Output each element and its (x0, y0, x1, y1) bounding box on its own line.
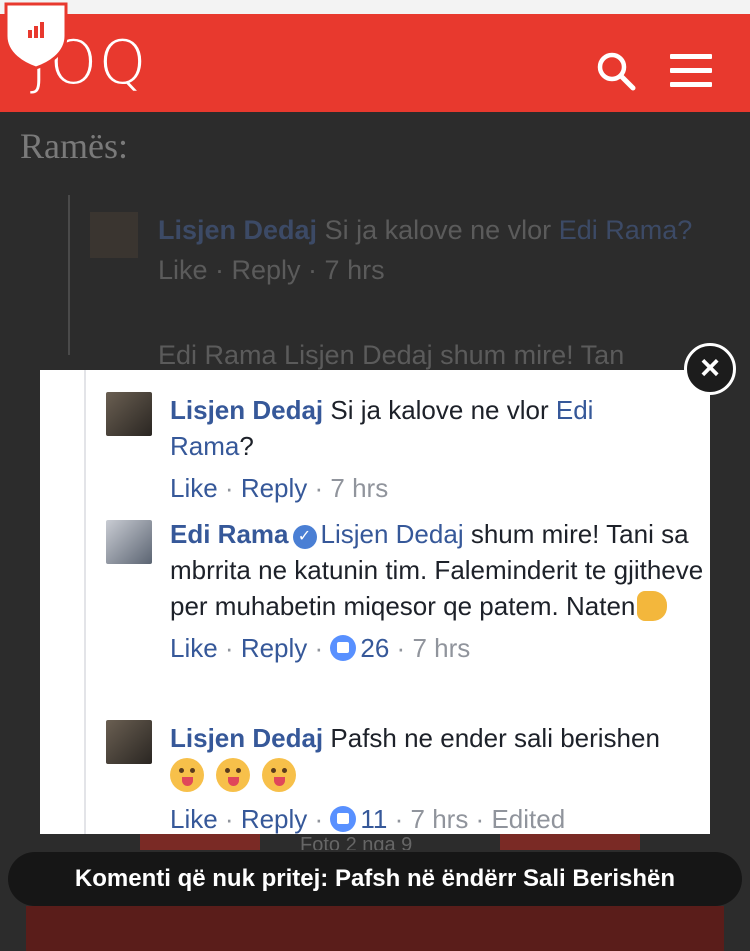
background-avatar (90, 212, 138, 258)
gallery-caption: Komenti që nuk pritej: Pafsh në ëndërr S… (8, 852, 742, 906)
search-icon[interactable] (595, 50, 637, 92)
background-comment-meta: Like · Reply · 7 hrs (158, 255, 385, 285)
shield-icon (4, 2, 68, 70)
comment-screenshot-modal: Lisjen Dedaj Si ja kalove ne vlor Edi Ra… (40, 370, 710, 834)
comment-meta: Like · Reply · 26 · 7 hrs (170, 633, 471, 663)
reply-link[interactable]: Reply (241, 473, 307, 503)
verified-badge-icon: ✓ (292, 525, 317, 549)
comment-author[interactable]: Lisjen Dedaj (170, 395, 323, 425)
comment-mention-link[interactable]: Edi (556, 395, 594, 425)
comment-body: Lisjen Dedaj Si ja kalove ne vlor Edi Ra… (170, 392, 706, 506)
comment-time: 7 hrs (410, 804, 469, 834)
close-icon[interactable]: × (684, 343, 736, 395)
like-reaction-icon (330, 635, 357, 661)
comment-author[interactable]: Lisjen Dedaj (170, 723, 323, 753)
site-header: JOQ (0, 14, 750, 112)
comment-mention-link[interactable]: Lisjen Dedaj (321, 519, 464, 549)
prev-button-fragment[interactable] (140, 834, 260, 850)
gallery-counter: Foto 2 nga 9 (300, 834, 413, 850)
like-link[interactable]: Like (170, 473, 218, 503)
like-link[interactable]: Like (170, 633, 218, 663)
background-comment-author: Lisjen Dedaj (158, 215, 318, 245)
tongue-emoji-icon (216, 758, 250, 792)
comment-author[interactable]: Edi Rama (170, 519, 289, 549)
tongue-emoji-icon (262, 758, 296, 792)
comment-body: Edi Rama ✓ Lisjen Dedaj shum mire! Tani sa… (170, 516, 706, 666)
comment-body: Lisjen Dedaj Pafsh ne ender sali berishe… (170, 720, 706, 834)
tongue-emoji-icon (170, 758, 204, 792)
comment-time: 7 hrs (412, 633, 471, 663)
comment-text: Pafsh ne ender sali berishen (330, 723, 660, 753)
reaction-count[interactable]: 11 (360, 804, 387, 834)
reaction-count[interactable]: 26 (360, 633, 389, 663)
hamburger-menu-icon[interactable] (670, 54, 712, 88)
comment-meta: Like · Reply · 11 · 7 hrs · Edited (170, 804, 566, 834)
like-reaction-icon (330, 806, 357, 832)
reply-link[interactable]: Reply (241, 633, 307, 663)
next-photo-preview (26, 906, 724, 951)
background-comment-link: Edi Rama? (558, 215, 693, 245)
like-link[interactable]: Like (170, 804, 218, 834)
thread-rail (84, 370, 86, 834)
background-comment-text: Si ja kalove ne vlor (324, 215, 552, 245)
comment-text: Si ja kalove ne vlor (330, 395, 549, 425)
comment-mention-link-cont[interactable]: Rama (170, 431, 239, 461)
pointing-hand-emoji-icon (637, 591, 668, 621)
background-comment-partial: Edi Rama Lisjen Dedaj shum mire! Tan (158, 340, 625, 370)
article-heading-fragment: Ramës: (20, 126, 128, 166)
top-strip (0, 0, 750, 14)
emoji-row (170, 758, 706, 795)
comment-time: 7 hrs (330, 473, 389, 503)
next-button-fragment[interactable] (500, 834, 640, 850)
reply-link[interactable]: Reply (241, 804, 307, 834)
comment-suffix: ? (239, 431, 254, 461)
comment-meta: Like · Reply · 7 hrs (170, 473, 389, 503)
avatar[interactable] (106, 720, 152, 764)
avatar[interactable] (106, 392, 152, 436)
edited-label[interactable]: Edited (491, 804, 565, 834)
background-comment: Lisjen Dedaj Si ja kalove ne vlor Edi Ra… (158, 210, 750, 290)
avatar[interactable] (106, 520, 152, 564)
